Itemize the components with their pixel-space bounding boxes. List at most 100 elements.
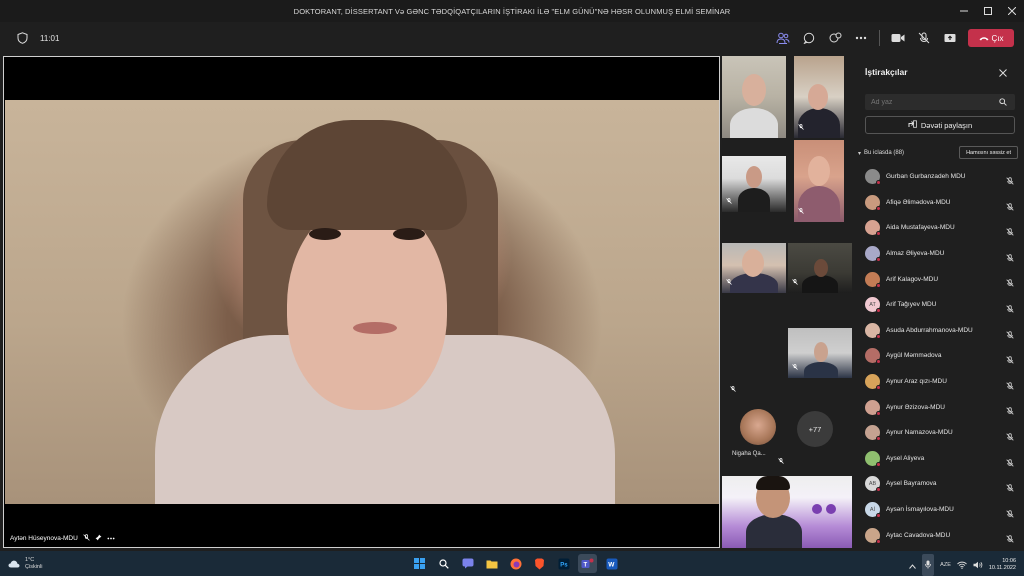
mic-off-icon[interactable] — [1006, 402, 1014, 420]
photoshop-icon[interactable]: Ps — [554, 554, 573, 573]
avatar — [865, 425, 881, 442]
participant-row[interactable]: Asuda Abdurrahmanova-MDU — [856, 318, 1024, 344]
participant-video-tile[interactable] — [788, 243, 852, 293]
close-window-icon[interactable] — [1000, 0, 1024, 22]
mic-tray-icon[interactable] — [922, 554, 935, 576]
participant-row[interactable]: AB Aysel Bayramova — [856, 471, 1024, 497]
teams-chat-icon[interactable] — [458, 554, 477, 573]
share-invite-label: Dəvəti paylaşın — [920, 120, 973, 130]
share-screen-icon[interactable] — [942, 30, 958, 46]
main-video-stage[interactable]: Aytən Hüseynova-MDU — [3, 56, 720, 548]
participant-row[interactable]: Aynur Əzizova-MDU — [856, 394, 1024, 420]
mic-off-icon[interactable] — [1006, 454, 1014, 472]
more-participants-button[interactable]: +77 — [797, 411, 833, 447]
clock-time: 10:06 — [1002, 558, 1016, 564]
phone-icon — [979, 36, 988, 40]
window-title: DOKTORANT, DİSSERTANT Və GƏNC TƏDQİQATÇI… — [293, 6, 731, 16]
file-explorer-icon[interactable] — [482, 554, 501, 573]
leave-button[interactable]: Çıx — [968, 29, 1014, 47]
participant-video-tile[interactable] — [794, 56, 844, 138]
status-badge — [876, 513, 881, 519]
word-icon[interactable]: W — [602, 554, 621, 573]
participant-video-tile[interactable] — [722, 56, 786, 138]
mic-off-icon — [798, 117, 804, 135]
participant-avatar-tile[interactable]: Nigaha Qa... — [728, 406, 784, 466]
windows-start-icon[interactable] — [410, 554, 429, 573]
meeting-timer: 11:01 — [40, 33, 60, 43]
participant-name: Aygül Məmmədova — [886, 352, 942, 360]
search-input[interactable] — [871, 98, 999, 106]
participant-row[interactable]: Arif Kalagov-MDU — [856, 266, 1024, 292]
search-icon[interactable] — [999, 93, 1007, 111]
mic-off-icon[interactable] — [1006, 274, 1014, 292]
mic-off-icon[interactable] — [1006, 505, 1014, 523]
more-options-icon[interactable] — [853, 30, 869, 46]
participant-row[interactable]: Aygül Məmmədova — [856, 343, 1024, 369]
pin-icon[interactable] — [95, 534, 102, 543]
share-icon — [908, 120, 917, 130]
firefox-icon[interactable] — [506, 554, 525, 573]
participant-row[interactable]: Aynur Namazova-MDU — [856, 420, 1024, 446]
participant-video-tile[interactable] — [722, 243, 786, 293]
teams-icon[interactable]: T — [578, 554, 597, 573]
mic-off-icon — [798, 201, 804, 219]
mic-off-icon[interactable] — [1006, 530, 1014, 548]
avatar — [865, 194, 881, 211]
participant-row[interactable]: Aİ Aysən İsmayılova-MDU — [856, 497, 1024, 523]
mic-off-icon[interactable] — [1006, 300, 1014, 318]
participant-name: Asuda Abdurrahmanova-MDU — [886, 326, 973, 334]
avatar — [865, 450, 881, 467]
participant-row[interactable]: Gurban Gurbanzadeh MDU — [856, 164, 1024, 190]
participant-row[interactable]: AT Arif Tağıyev MDU — [856, 292, 1024, 318]
mic-off-icon[interactable] — [1006, 479, 1014, 497]
mic-off-icon[interactable] — [1006, 249, 1014, 267]
mute-all-button[interactable]: Hamısını səssiz et — [959, 146, 1018, 159]
participant-row[interactable]: Afiqə Əlimədova-MDU — [856, 190, 1024, 216]
participant-row[interactable]: Aynur Araz qızı-MDU — [856, 369, 1024, 395]
mic-off-icon[interactable] — [1006, 351, 1014, 369]
chevron-down-icon[interactable]: ▾ — [858, 150, 861, 157]
minimize-icon[interactable] — [952, 0, 976, 22]
panel-title: İştirakçılar — [865, 67, 908, 77]
weather-widget[interactable]: 1°C Çiskinli — [8, 555, 42, 573]
participant-row[interactable]: Aysel Aliyeva — [856, 446, 1024, 472]
participant-video-tile[interactable] — [722, 156, 786, 212]
close-icon[interactable] — [998, 65, 1010, 77]
participant-name: Almaz Əliyeva-MDU — [886, 250, 945, 258]
video-gallery: Nigaha Qa... +77 — [722, 56, 854, 548]
mic-off-icon[interactable] — [1006, 172, 1014, 190]
chat-icon[interactable] — [801, 30, 817, 46]
reactions-icon[interactable] — [827, 30, 843, 46]
participant-row[interactable]: Aytac Cavadova-MDU — [856, 522, 1024, 548]
participant-video-tile[interactable] — [794, 140, 844, 222]
participant-row[interactable]: Almaz Əliyeva-MDU — [856, 241, 1024, 267]
avatar — [865, 527, 881, 544]
brave-icon[interactable] — [530, 554, 549, 573]
maximize-icon[interactable] — [976, 0, 1000, 22]
people-icon[interactable] — [775, 30, 791, 46]
shield-icon[interactable] — [14, 30, 30, 46]
share-invite-button[interactable]: Dəvəti paylaşın — [865, 116, 1015, 134]
mic-off-icon[interactable] — [916, 30, 932, 46]
mic-off-icon[interactable] — [1006, 198, 1014, 216]
participant-video-tile[interactable] — [788, 328, 852, 378]
participant-video-tile[interactable] — [722, 476, 852, 548]
camera-icon[interactable] — [890, 30, 906, 46]
participant-name: Aysən İsmayılova-MDU — [886, 506, 954, 514]
status-badge — [876, 487, 881, 493]
mic-off-icon[interactable] — [1006, 428, 1014, 446]
participant-name: Arif Tağıyev MDU — [886, 301, 937, 309]
wifi-icon[interactable] — [957, 556, 967, 574]
in-meeting-section[interactable]: ▾ Bu iclasda (88) Hamısını səssiz et — [858, 146, 1018, 160]
video-options-icon[interactable] — [107, 535, 115, 542]
search-icon[interactable] — [434, 554, 453, 573]
participant-search[interactable] — [865, 94, 1015, 110]
mic-off-icon[interactable] — [1006, 223, 1014, 241]
volume-icon[interactable] — [973, 556, 983, 574]
taskbar-clock[interactable]: 10:06 10.11.2022 — [989, 558, 1016, 572]
participant-row[interactable]: Aida Mustafayeva-MDU — [856, 215, 1024, 241]
mic-off-icon[interactable] — [1006, 377, 1014, 395]
mic-off-icon[interactable] — [1006, 326, 1014, 344]
language-indicator[interactable]: AZE — [940, 562, 951, 568]
chevron-up-icon[interactable] — [909, 556, 917, 574]
